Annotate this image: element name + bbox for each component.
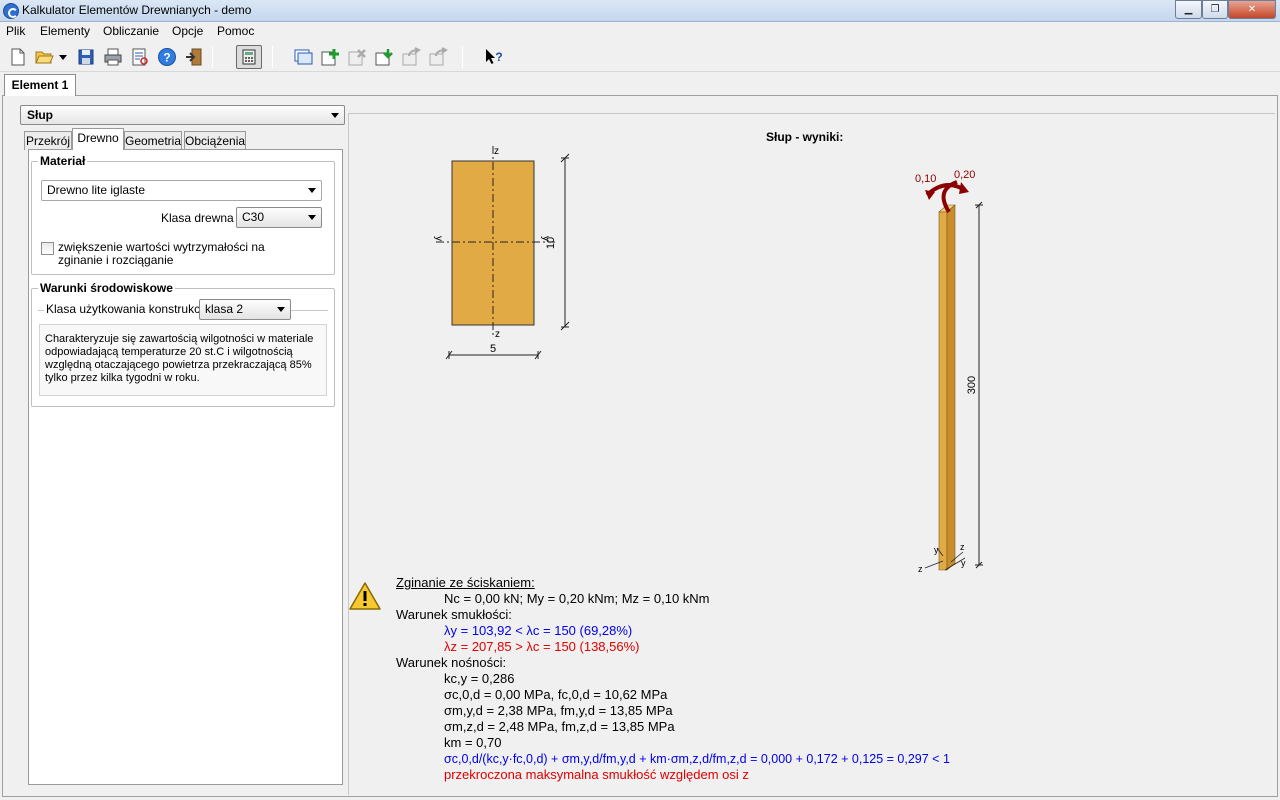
chevron-down-icon xyxy=(308,188,316,193)
material-type-select[interactable]: Drewno lite iglaste xyxy=(41,180,322,201)
sigma-my-line: σm,y,d = 2,38 MPa, fm,y,d = 13,85 MPa xyxy=(444,703,673,718)
strength-increase-checkbox[interactable] xyxy=(41,242,54,255)
width-dimension-label: 5 xyxy=(490,343,496,355)
new-file-icon[interactable] xyxy=(8,47,28,67)
moment-left-label: 0,10 xyxy=(915,173,936,185)
column-drawing: 0,10 0,20 300 z y z y xyxy=(915,169,983,574)
context-help-icon[interactable]: ? xyxy=(484,47,504,67)
forces-line: Nc = 0,00 kN; My = 0,20 kNm; Mz = 0,10 k… xyxy=(444,591,710,606)
print-preview-icon[interactable] xyxy=(130,47,150,67)
maximize-button[interactable]: ❐ xyxy=(1202,0,1228,19)
sigma-c-line: σc,0,d = 0,00 MPa, fc,0,d = 10,62 MPa xyxy=(444,687,668,702)
add-element-icon[interactable] xyxy=(320,47,340,67)
moment-right-label: 0,20 xyxy=(954,169,975,181)
sigma-mz-line: σm,z,d = 2,48 MPa, fm,z,d = 13,85 MPa xyxy=(444,719,675,734)
toolbar-separator xyxy=(462,46,463,68)
base-axis-z-label: z xyxy=(918,564,923,574)
save-icon[interactable] xyxy=(76,47,96,67)
calculator-icon xyxy=(242,49,256,65)
elements-list-icon[interactable] xyxy=(293,47,313,67)
delete-element-icon[interactable] xyxy=(347,47,367,67)
length-dimension-label: 300 xyxy=(966,376,978,394)
help-icon[interactable]: ? xyxy=(157,47,177,67)
tab-element-1[interactable]: Element 1 xyxy=(4,74,76,96)
menu-opcje[interactable]: Opcje xyxy=(172,24,203,38)
base-axis-y2-label: y xyxy=(961,558,966,568)
svg-text:?: ? xyxy=(495,50,502,64)
warning-icon xyxy=(349,582,381,610)
toolbar-separator xyxy=(272,46,273,68)
z-axis-label-top: z xyxy=(494,146,499,157)
element-type-value: Słup xyxy=(27,108,53,122)
timber-class-label: Klasa drewna xyxy=(161,211,234,225)
height-dimension-label: 10 xyxy=(545,237,557,249)
toolbar-separator xyxy=(212,46,213,68)
results-heading: Zginanie ze ściskaniem: xyxy=(396,575,535,590)
toolbar: ? ? xyxy=(0,42,1280,72)
share-element-icon[interactable] xyxy=(428,47,448,67)
slenderness-warning: przekroczona maksymalna smukłość względe… xyxy=(444,767,749,782)
close-button[interactable]: ✕ xyxy=(1228,0,1276,19)
tab-drewno[interactable]: Drewno xyxy=(72,128,124,150)
tab-geometria[interactable]: Geometria xyxy=(124,131,182,150)
export-element-icon[interactable] xyxy=(401,47,421,67)
tab-przekroj[interactable]: Przekrój xyxy=(24,131,72,150)
capacity-formula-line: σc,0,d/(kc,y·fc,0,d) + σm,y,d/fm,y,d + k… xyxy=(444,752,950,766)
exit-icon[interactable] xyxy=(184,47,204,67)
calculator-button[interactable] xyxy=(236,45,262,69)
environment-group-title: Warunki środowiskowe xyxy=(38,281,175,295)
svg-text:?: ? xyxy=(163,51,170,65)
material-type-value: Drewno lite iglaste xyxy=(47,183,146,197)
moment-arrowhead-right xyxy=(959,182,969,194)
base-axis-y-label: y xyxy=(934,545,939,555)
menu-pomoc[interactable]: Pomoc xyxy=(217,24,254,38)
menu-elementy[interactable]: Elementy xyxy=(40,24,90,38)
km-line: km = 0,70 xyxy=(444,735,502,750)
results-title: Słup - wyniki: xyxy=(766,130,844,144)
service-class-description: Charakteryzuje się zawartością wilgotnoś… xyxy=(45,333,314,384)
menu-plik[interactable]: Plik xyxy=(6,24,25,38)
window-title: Kalkulator Elementów Drewnianych - demo xyxy=(22,3,252,17)
lambda-y-line: λy = 103,92 < λc = 150 (69,28%) xyxy=(444,623,633,638)
import-element-icon[interactable] xyxy=(374,47,394,67)
menu-bar: Plik Elementy Obliczanie Opcje Pomoc xyxy=(0,22,1280,41)
service-class-select[interactable]: klasa 2 xyxy=(199,299,291,320)
y-axis-label-left: y xyxy=(433,236,444,241)
chevron-down-icon xyxy=(308,215,316,220)
minimize-button[interactable]: ▁ xyxy=(1175,0,1202,19)
print-icon[interactable] xyxy=(103,47,123,67)
open-folder-icon[interactable] xyxy=(34,47,54,67)
service-class-value: klasa 2 xyxy=(205,302,244,316)
kcy-line: kc,y = 0,286 xyxy=(444,671,515,686)
cross-section-drawing: z z y y 10 5 xyxy=(433,146,570,360)
slenderness-heading: Warunek smukłości: xyxy=(396,607,512,622)
app-icon xyxy=(3,3,19,19)
strength-increase-label: zwiększenie wartości wytrzymałości na zg… xyxy=(58,240,265,267)
timber-class-select[interactable]: C30 xyxy=(236,207,322,228)
capacity-heading: Warunek nośności: xyxy=(396,655,507,670)
z-axis-label-bottom: z xyxy=(495,329,500,340)
service-class-label: Klasa użytkowania konstrukcji xyxy=(44,302,208,316)
tab-obciazenia[interactable]: Obciążenia xyxy=(184,131,246,150)
open-dropdown-icon[interactable] xyxy=(58,53,68,61)
base-axis-z2-label: z xyxy=(960,542,965,552)
material-group-title: Materiał xyxy=(38,154,88,168)
lambda-z-line: λz = 207,85 > λc = 150 (138,56%) xyxy=(444,639,640,654)
title-bar: Kalkulator Elementów Drewnianych - demo … xyxy=(0,0,1280,22)
chevron-down-icon xyxy=(277,307,285,312)
menu-obliczanie[interactable]: Obliczanie xyxy=(103,24,159,38)
element-type-select[interactable]: Słup xyxy=(20,105,345,125)
chevron-down-icon xyxy=(331,113,339,118)
timber-class-value: C30 xyxy=(242,210,265,224)
column-side-face xyxy=(946,204,956,571)
column-front-face xyxy=(938,211,948,571)
